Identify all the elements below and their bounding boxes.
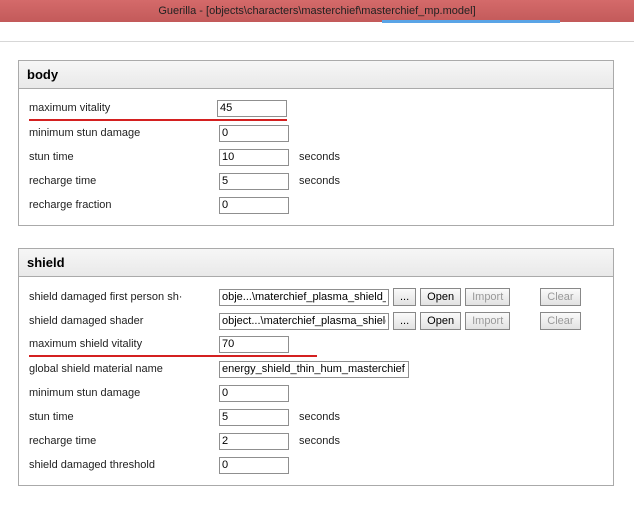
- input-recharge-fraction[interactable]: [219, 197, 289, 214]
- field-global-mat: global shield material name: [29, 357, 603, 381]
- unit-recharge-time: seconds: [299, 175, 340, 187]
- label-recharge-fraction: recharge fraction: [29, 199, 219, 211]
- label-shield-max-vitality: maximum shield vitality: [29, 338, 219, 350]
- input-stun-time[interactable]: [219, 149, 289, 166]
- field-shield-dmg-fp: shield damaged first person sh· ... Open…: [29, 285, 603, 309]
- input-shield-dmg-thresh[interactable]: [219, 457, 289, 474]
- unit-shield-stun-time: seconds: [299, 411, 340, 423]
- label-stun-time: stun time: [29, 151, 219, 163]
- field-shield-stun-time: stun time seconds: [29, 405, 603, 429]
- section-body-fields: maximum vitality minimum stun damage stu…: [19, 89, 613, 225]
- open-button[interactable]: Open: [420, 312, 461, 330]
- input-global-mat: [219, 361, 409, 378]
- label-shield-dmg-thresh: shield damaged threshold: [29, 459, 219, 471]
- field-shield-dmg-thresh: shield damaged threshold: [29, 453, 603, 477]
- label-recharge-time: recharge time: [29, 175, 219, 187]
- clear-button: Clear: [540, 312, 580, 330]
- field-shield-min-stun: minimum stun damage: [29, 381, 603, 405]
- input-shield-min-stun[interactable]: [219, 385, 289, 402]
- window-title: Guerilla - [objects\characters\masterchi…: [158, 5, 475, 17]
- open-button-fp[interactable]: Open: [420, 288, 461, 306]
- input-shield-dmg-fp[interactable]: [219, 289, 389, 306]
- field-stun-time: stun time seconds: [29, 145, 603, 169]
- field-recharge-fraction: recharge fraction: [29, 193, 603, 217]
- input-shield-recharge-time[interactable]: [219, 433, 289, 450]
- label-shield-recharge-time: recharge time: [29, 435, 219, 447]
- title-bar: Guerilla - [objects\characters\masterchi…: [0, 0, 634, 22]
- import-button-fp: Import: [465, 288, 510, 306]
- clear-button-fp: Clear: [540, 288, 580, 306]
- section-body-header: body: [19, 61, 613, 89]
- section-shield-header: shield: [19, 249, 613, 277]
- browse-button[interactable]: ...: [393, 312, 416, 330]
- section-shield-fields: shield damaged first person sh· ... Open…: [19, 277, 613, 485]
- field-shield-recharge-time: recharge time seconds: [29, 429, 603, 453]
- unit-shield-recharge-time: seconds: [299, 435, 340, 447]
- unit-stun-time: seconds: [299, 151, 340, 163]
- field-min-stun: minimum stun damage: [29, 121, 603, 145]
- input-max-vitality[interactable]: [217, 100, 287, 117]
- browse-button-fp[interactable]: ...: [393, 288, 416, 306]
- field-shield-dmg: shield damaged shader ... Open Import Cl…: [29, 309, 603, 333]
- input-shield-stun-time[interactable]: [219, 409, 289, 426]
- input-recharge-time[interactable]: [219, 173, 289, 190]
- label-min-stun: minimum stun damage: [29, 127, 219, 139]
- field-shield-max-vitality: maximum shield vitality: [29, 333, 317, 357]
- annotation-underline-title: [382, 20, 560, 23]
- label-global-mat: global shield material name: [29, 363, 219, 375]
- section-shield: shield shield damaged first person sh· .…: [18, 248, 614, 486]
- input-min-stun[interactable]: [219, 125, 289, 142]
- input-shield-max-vitality[interactable]: [219, 336, 289, 353]
- toolbar-spacer: [0, 22, 634, 42]
- label-shield-min-stun: minimum stun damage: [29, 387, 219, 399]
- label-shield-stun-time: stun time: [29, 411, 219, 423]
- field-max-vitality: maximum vitality: [29, 97, 287, 121]
- label-max-vitality: maximum vitality: [29, 102, 217, 114]
- import-button: Import: [465, 312, 510, 330]
- field-recharge-time: recharge time seconds: [29, 169, 603, 193]
- label-shield-dmg: shield damaged shader: [29, 315, 219, 327]
- input-shield-dmg[interactable]: [219, 313, 389, 330]
- content-area: body maximum vitality minimum stun damag…: [0, 42, 634, 515]
- section-body: body maximum vitality minimum stun damag…: [18, 60, 614, 226]
- label-shield-dmg-fp: shield damaged first person sh·: [29, 291, 219, 303]
